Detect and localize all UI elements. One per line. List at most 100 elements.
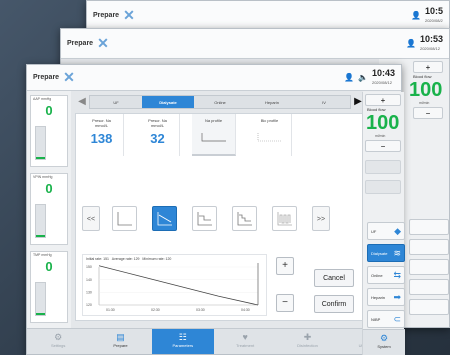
profile-constant-button[interactable] xyxy=(112,206,137,231)
blood-minus-button[interactable]: − xyxy=(365,140,401,152)
nav-prepare[interactable]: ▤ Prepare xyxy=(89,329,151,354)
tab-heparin[interactable]: Heparin xyxy=(246,96,298,108)
prepare-icon: ▤ xyxy=(116,332,125,342)
disabled-button-2[interactable] xyxy=(365,180,401,194)
minus-button[interactable]: − xyxy=(413,107,443,119)
clock-time: 10:5 xyxy=(424,5,443,16)
menu-uf[interactable]: UF ◆ xyxy=(367,222,405,240)
blood-flow-value: 100 xyxy=(366,112,400,134)
menu-online[interactable]: Online ⇆ xyxy=(367,266,405,284)
system-icon: ⚙ xyxy=(379,333,389,343)
title-bar: Prepare ✕ 👤 10:53 2020/08/12 xyxy=(61,29,449,59)
clock: 10:53 2020/08/12 xyxy=(419,33,443,53)
front-window: Prepare ✕ 👤 🔈 10:43 2020/08/12 AAP mmHg 0… xyxy=(26,64,402,355)
user-icon: 👤 xyxy=(411,11,421,20)
blood-plus-button[interactable]: + xyxy=(365,94,401,106)
heparin-button[interactable] xyxy=(409,279,449,295)
na-profile-thumb xyxy=(201,133,226,142)
card-label: Prescr. Na mmol/L xyxy=(92,118,111,128)
disabled-button-1[interactable] xyxy=(365,160,401,174)
profile-prev-button[interactable]: << xyxy=(82,206,100,231)
gauge-bar xyxy=(35,282,46,316)
card-value: 32 xyxy=(150,131,165,146)
nibp-button[interactable] xyxy=(409,299,449,315)
gauge-value: 0 xyxy=(45,103,53,118)
disinfection-icon: ✚ xyxy=(303,332,312,342)
online-button[interactable] xyxy=(409,259,449,275)
profile-pulse-button[interactable] xyxy=(272,206,297,231)
nav-settings[interactable]: ⚙ Settings xyxy=(27,329,89,354)
system-button[interactable]: ⚙ System xyxy=(363,329,405,355)
bic-profile-card[interactable]: Bic profile xyxy=(248,114,292,156)
gauge-aap: AAP mmHg 0 xyxy=(30,95,68,167)
gauge-label: TMP mmHg xyxy=(33,253,52,257)
gauge-bar xyxy=(35,126,46,160)
logo-icon: ✕ xyxy=(123,7,135,23)
profile-stair-button[interactable] xyxy=(232,206,257,231)
y-tick-label: 140 xyxy=(86,278,92,282)
gauge-bar xyxy=(35,204,46,238)
profile-step-button[interactable] xyxy=(192,206,217,231)
bic-profile-thumb xyxy=(257,133,282,142)
treatment-icon: ♥ xyxy=(242,332,248,342)
chart-plot: 150 140 130 120 01:30 02:30 03:30 04:30 xyxy=(86,263,259,312)
decrease-button[interactable]: − xyxy=(276,294,294,312)
profile-chart: Initial rate: 151 Average rate: 129 Mini… xyxy=(82,254,267,316)
y-tick-label: 150 xyxy=(86,265,92,269)
x-tick-label: 04:30 xyxy=(241,308,250,312)
user-icon: 👤 xyxy=(344,73,354,82)
gauge-tmp: TMP mmHg 0 xyxy=(30,251,68,323)
clock-time: 10:53 xyxy=(419,33,443,44)
dialysate-button[interactable] xyxy=(409,239,449,255)
card-label: Na profile xyxy=(204,118,223,123)
gauge-vpin: VPIN mmHg 0 xyxy=(30,173,68,245)
clock-date: 2020/08/2 xyxy=(424,17,443,23)
uf-button[interactable] xyxy=(409,219,449,235)
nibp-icon: ⊂ xyxy=(393,314,401,324)
menu-heparin[interactable]: Heparin ➡ xyxy=(367,288,405,306)
gauge-label: AAP mmHg xyxy=(33,97,52,101)
profile-linear-button[interactable] xyxy=(152,206,177,231)
gauge-value: 0 xyxy=(45,259,53,274)
prescr-na-card[interactable]: Prescr. Na mmol/L 138 xyxy=(80,114,124,156)
increase-button[interactable]: + xyxy=(276,257,294,275)
nav-parameters[interactable]: ☷ Parameters xyxy=(151,329,214,354)
na-profile-card[interactable]: Na profile xyxy=(192,114,236,156)
window-title: Prepare xyxy=(67,40,94,47)
plus-button[interactable]: + xyxy=(413,61,443,73)
menu-nibp[interactable]: NIBP ⊂ xyxy=(367,310,405,328)
clock-date: 2020/08/12 xyxy=(371,79,392,85)
tab-iv[interactable]: IV xyxy=(298,96,350,108)
title-bar: Prepare ✕ 👤 🔈 10:43 2020/08/12 xyxy=(27,65,401,91)
card-value: 138 xyxy=(90,131,113,146)
tab-dialysate[interactable]: Dialysate xyxy=(142,96,194,108)
sound-icon: 🔈 xyxy=(358,73,368,82)
gauge-fill xyxy=(36,235,45,237)
tab-bar: UF Dialysate Online Heparin IV xyxy=(89,95,351,109)
bottom-nav: ⚙ Settings ▤ Prepare ☷ Parameters ♥ Treatmen… xyxy=(27,328,401,354)
menu-dialysate[interactable]: Dialysate ≋ xyxy=(367,244,405,262)
confirm-button[interactable]: Confirm xyxy=(314,295,354,313)
uf-icon: ◆ xyxy=(394,226,401,236)
prescr-bic-card[interactable]: Prescr. Na mmol/L 32 xyxy=(136,114,180,156)
gauge-fill xyxy=(36,313,45,315)
dialysate-panel: Prescr. Na mmol/L 138 Prescr. Na mmol/L 32… xyxy=(75,113,365,321)
clock: 10:5 2020/08/2 xyxy=(424,5,443,25)
nav-disinfection[interactable]: ✚ Disinfection xyxy=(276,329,338,354)
profile-next-button[interactable]: >> xyxy=(312,206,330,231)
blood-flow-unit: ml/min xyxy=(419,101,430,105)
x-tick-label: 03:30 xyxy=(196,308,205,312)
nav-treatment[interactable]: ♥ Treatment xyxy=(214,329,276,354)
gauge-label: VPIN mmHg xyxy=(33,175,53,179)
tab-uf[interactable]: UF xyxy=(90,96,142,108)
logo-icon: ✕ xyxy=(63,69,75,85)
tab-online[interactable]: Online xyxy=(194,96,246,108)
card-label: Bic profile xyxy=(260,118,279,123)
logo-icon: ✕ xyxy=(97,35,109,51)
side-column: + Blood flow 100 ml/min − UF ◆ Dialysate ≋… xyxy=(362,92,405,355)
gauge-value: 0 xyxy=(45,181,53,196)
tab-prev-arrow-icon[interactable]: ◀ xyxy=(75,95,89,109)
cancel-button[interactable]: Cancel xyxy=(314,269,354,287)
settings-icon: ⚙ xyxy=(54,332,63,342)
clock-time: 10:43 xyxy=(371,67,395,78)
